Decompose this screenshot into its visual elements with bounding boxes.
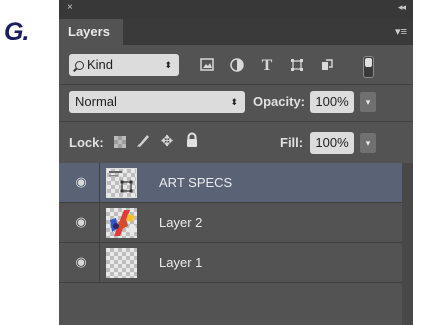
eye-icon[interactable]: ◉	[74, 215, 88, 229]
opacity-label: Opacity:	[253, 94, 306, 109]
close-icon[interactable]: ×	[67, 2, 73, 13]
panel-menu-icon[interactable]: ▾≡	[395, 25, 407, 38]
collapse-icon[interactable]: ◂◂	[398, 2, 406, 13]
panel-title-bar: × ◂◂	[59, 0, 413, 19]
fill-dropdown-icon[interactable]: ▾	[360, 133, 376, 153]
scrollbar[interactable]	[402, 163, 413, 325]
divider	[99, 163, 100, 203]
chevron-updown-icon: ⬍	[164, 60, 172, 70]
blend-mode-select[interactable]: Normal ⬍	[69, 91, 245, 113]
divider	[99, 203, 100, 243]
layer-row-layer-1[interactable]: ◉ Layer 1	[59, 243, 402, 283]
blend-mode-value: Normal	[75, 94, 117, 109]
layer-name: Layer 2	[159, 215, 203, 230]
opacity-dropdown-icon[interactable]: ▾	[360, 92, 376, 112]
layer-thumbnail	[106, 208, 137, 238]
chevron-updown-icon: ⬍	[230, 97, 238, 107]
type-filter-icon[interactable]: T	[259, 58, 275, 74]
search-icon	[75, 61, 84, 70]
lock-all-icon[interactable]	[183, 132, 201, 152]
layer-name: ART SPECS	[159, 175, 233, 190]
smart-object-filter-icon[interactable]	[319, 58, 335, 74]
tab-layers[interactable]: Layers	[59, 19, 123, 45]
eye-icon[interactable]: ◉	[74, 255, 88, 269]
divider	[59, 121, 413, 122]
lock-position-icon[interactable]: ✥	[158, 132, 176, 152]
lock-row: Lock: ✥ Fill: 100% ▾	[59, 126, 413, 160]
shape-filter-icon[interactable]	[289, 58, 305, 74]
divider	[59, 84, 413, 85]
layer-thumbnail	[106, 168, 137, 198]
opacity-input[interactable]: 100%	[310, 91, 354, 113]
adjustment-filter-icon[interactable]	[229, 58, 245, 74]
lock-label: Lock:	[69, 135, 104, 150]
filter-row: Kind ⬍ T	[59, 48, 413, 82]
blend-row: Normal ⬍ Opacity: 100% ▾	[59, 87, 413, 117]
filter-kind-label: Kind	[87, 57, 114, 72]
layer-row-art-specs[interactable]: ◉ ART SPECS	[59, 163, 402, 203]
filter-toggle[interactable]	[363, 56, 374, 78]
fill-label: Fill:	[280, 135, 304, 150]
lock-image-pixels-icon[interactable]	[134, 132, 152, 152]
eye-icon[interactable]: ◉	[74, 175, 88, 189]
lock-transparent-pixels-icon[interactable]	[111, 132, 129, 152]
filter-kind-select[interactable]: Kind ⬍	[69, 54, 179, 76]
figure-label: G.	[4, 18, 29, 46]
layer-row-layer-2[interactable]: ◉ Layer 2	[59, 203, 402, 243]
fill-input[interactable]: 100%	[310, 132, 354, 154]
tab-bar: Layers ▾≡	[59, 19, 413, 45]
divider	[99, 243, 100, 283]
layers-panel: × ◂◂ Layers ▾≡ Kind ⬍ T Normal ⬍ Opacity…	[59, 0, 413, 325]
pixel-layer-filter-icon[interactable]	[199, 58, 215, 74]
layer-name: Layer 1	[159, 255, 203, 270]
layer-thumbnail	[106, 248, 137, 278]
layer-list: ◉ ART SPECS ◉ Layer 2 ◉ Layer 1	[59, 163, 413, 325]
